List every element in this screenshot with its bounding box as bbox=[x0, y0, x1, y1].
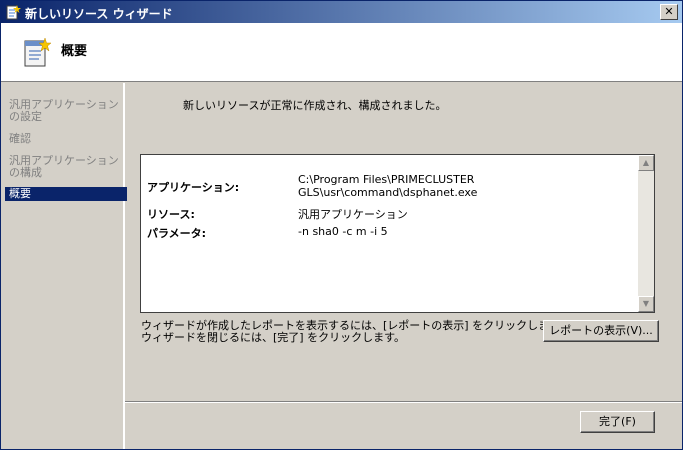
title-bar[interactable]: 新しいリソース ウィザード ✕ bbox=[1, 1, 682, 23]
report-scrollbar[interactable]: ▲ ▼ bbox=[638, 155, 654, 312]
sidebar-item-confirm: 確認 bbox=[9, 132, 31, 145]
report-value-resource: 汎用アプリケーション bbox=[298, 208, 408, 221]
report-box[interactable]: アプリケーション: C:\Program Files\PRIMECLUSTER … bbox=[140, 154, 655, 313]
report-value-application-line1: C:\Program Files\PRIMECLUSTER bbox=[298, 173, 475, 186]
sidebar-item-summary: 概要 bbox=[5, 187, 127, 201]
finish-button[interactable]: 完了(F) bbox=[580, 411, 655, 433]
view-report-button[interactable]: レポートの表示(V)... bbox=[543, 320, 659, 342]
window-title: 新しいリソース ウィザード bbox=[25, 7, 173, 21]
wizard-app-icon bbox=[6, 5, 21, 20]
success-message: 新しいリソースが正常に作成され、構成されました。 bbox=[183, 99, 447, 112]
page-title: 概要 bbox=[61, 44, 88, 59]
report-label-resource: リソース: bbox=[147, 208, 195, 221]
instruction-line-finish: ウィザードを閉じるには、[完了] をクリックします。 bbox=[141, 331, 405, 344]
instruction-note: ウィザードが作成したレポートを表示するには、[レポートの表示] をクリックします… bbox=[141, 320, 570, 344]
report-label-parameter: パラメータ: bbox=[147, 227, 207, 240]
report-label-application: アプリケーション: bbox=[147, 181, 240, 194]
wizard-steps-sidebar: 汎用アプリケーションの設定 確認 汎用アプリケーション の構成 概要 bbox=[1, 83, 127, 449]
report-value-parameter: -n sha0 -c m -i 5 bbox=[298, 225, 388, 238]
wizard-window: 新しいリソース ウィザード ✕ 概要 汎用アプリケーションの設定 確認 汎用アプ… bbox=[0, 0, 683, 450]
arrow-down-icon: ▼ bbox=[642, 299, 650, 308]
sidebar-item-app-settings: 汎用アプリケーションの設定 bbox=[9, 98, 119, 123]
close-button[interactable]: ✕ bbox=[660, 4, 678, 20]
wizard-document-icon bbox=[24, 37, 51, 67]
main-panel: 新しいリソースが正常に作成され、構成されました。 アプリケーション: C:\Pr… bbox=[125, 83, 682, 449]
wizard-header: 概要 bbox=[1, 23, 682, 82]
close-icon: ✕ bbox=[664, 5, 674, 18]
footer-separator bbox=[125, 401, 682, 403]
sidebar-item-app-config: 汎用アプリケーション の構成 bbox=[9, 154, 119, 179]
report-value-application-line2: GLS\usr\command\dsphanet.exe bbox=[298, 186, 478, 199]
scroll-up-button[interactable]: ▲ bbox=[638, 155, 654, 171]
arrow-up-icon: ▲ bbox=[642, 158, 650, 167]
scroll-down-button[interactable]: ▼ bbox=[638, 296, 654, 312]
